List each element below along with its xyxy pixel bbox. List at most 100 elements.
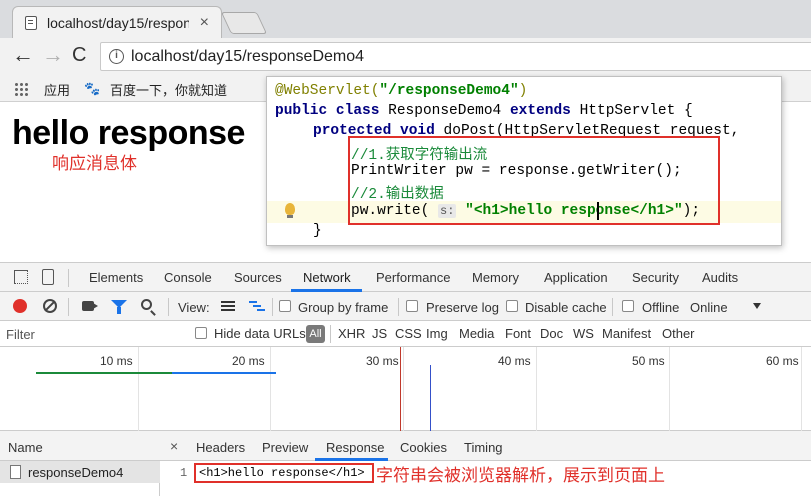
tab-timing[interactable]: Timing xyxy=(464,440,503,455)
separator xyxy=(68,298,69,316)
detail-tab-bar: × Headers Preview Response Cookies Timin… xyxy=(160,431,811,461)
tab-headers[interactable]: Headers xyxy=(196,440,245,455)
filter-ws[interactable]: WS xyxy=(573,326,594,341)
disable-cache-checkbox[interactable] xyxy=(506,300,518,312)
tick-line xyxy=(138,347,139,431)
tab-security[interactable]: Security xyxy=(632,270,679,285)
filter-bar: Hide data URLs All XHR JS CSS Img Media … xyxy=(0,321,811,347)
tab-audits[interactable]: Audits xyxy=(702,270,738,285)
separator xyxy=(612,298,613,316)
tick-line xyxy=(270,347,271,431)
annotation-note: 字符串会被浏览器解析，展示到页面上 xyxy=(376,466,665,485)
forward-button[interactable]: → xyxy=(42,44,64,66)
offline-label[interactable]: Offline xyxy=(642,300,679,315)
tick-line xyxy=(403,347,404,431)
requests-list: Name responseDemo4 xyxy=(0,431,160,496)
throttling-select[interactable]: Online xyxy=(690,300,728,315)
name-column-header[interactable]: Name xyxy=(0,431,160,461)
tab-performance[interactable]: Performance xyxy=(376,270,450,285)
clear-icon[interactable] xyxy=(43,299,57,313)
timeline-load-marker xyxy=(400,347,401,431)
request-row[interactable]: responseDemo4 xyxy=(0,461,160,483)
code-line-brace: } xyxy=(313,223,322,239)
code-line-class: public class ResponseDemo4 extends HttpS… xyxy=(275,103,693,119)
tab-preview[interactable]: Preview xyxy=(262,440,308,455)
tab-response[interactable]: Response xyxy=(326,440,385,455)
browser-tab[interactable]: localhost/day15/responseDemo4 × xyxy=(12,6,222,38)
code-snippet-overlay: @WebServlet("/responseDemo4") public cla… xyxy=(266,76,782,246)
request-name: responseDemo4 xyxy=(28,465,124,480)
chevron-down-icon[interactable] xyxy=(753,303,761,309)
overview-icon[interactable] xyxy=(249,300,265,312)
offline-checkbox[interactable] xyxy=(622,300,634,312)
tab-application[interactable]: Application xyxy=(544,270,608,285)
lightbulb-icon[interactable] xyxy=(285,203,295,218)
separator xyxy=(168,298,169,316)
annotation-note: 响应消息体 xyxy=(52,154,137,173)
filter-font[interactable]: Font xyxy=(505,326,531,341)
document-icon xyxy=(10,465,21,479)
devtools-panel: Elements Console Sources Network Perform… xyxy=(0,262,811,496)
preserve-log-label[interactable]: Preserve log xyxy=(426,300,499,315)
tab-memory[interactable]: Memory xyxy=(472,270,519,285)
network-timeline[interactable]: 10 ms 20 ms 30 ms 40 ms 50 ms 60 ms xyxy=(0,347,811,431)
tab-network[interactable]: Network xyxy=(303,270,351,285)
separator xyxy=(68,269,69,287)
navigation-bar: ← → C i localhost/day15/responseDemo4 xyxy=(0,38,811,74)
tick-label: 50 ms xyxy=(632,354,665,368)
view-label: View: xyxy=(178,300,210,315)
filter-other[interactable]: Other xyxy=(662,326,695,341)
bookmark-baidu[interactable]: 百度一下，你就知道 xyxy=(110,80,227,99)
record-icon[interactable] xyxy=(13,299,27,313)
tab-console[interactable]: Console xyxy=(164,270,212,285)
inspect-element-icon[interactable] xyxy=(14,270,28,284)
search-icon[interactable] xyxy=(141,299,152,310)
group-by-frame-checkbox[interactable] xyxy=(279,300,291,312)
hide-data-urls-label[interactable]: Hide data URLs xyxy=(214,326,306,341)
filter-manifest[interactable]: Manifest xyxy=(602,326,651,341)
text-cursor xyxy=(597,202,599,220)
tick-label: 20 ms xyxy=(232,354,265,368)
capture-screenshots-icon[interactable] xyxy=(82,301,98,311)
filter-xhr[interactable]: XHR xyxy=(338,326,365,341)
filter-media[interactable]: Media xyxy=(459,326,494,341)
reload-button[interactable]: C xyxy=(72,44,86,66)
timeline-waiting-bar xyxy=(36,372,172,374)
url-text[interactable]: localhost/day15/responseDemo4 xyxy=(131,48,364,66)
bookmark-apps[interactable]: 应用 xyxy=(44,80,70,99)
large-rows-icon[interactable] xyxy=(221,301,235,311)
tab-elements[interactable]: Elements xyxy=(89,270,143,285)
group-by-frame-label[interactable]: Group by frame xyxy=(298,300,388,315)
request-details-area: Name responseDemo4 × Headers Preview Res… xyxy=(0,431,811,496)
new-tab-button[interactable] xyxy=(220,12,268,34)
code-line-annotation: @WebServlet("/responseDemo4") xyxy=(275,83,528,99)
address-bar[interactable]: i localhost/day15/responseDemo4 xyxy=(100,42,811,71)
info-icon[interactable]: i xyxy=(109,49,124,64)
tick-line xyxy=(536,347,537,431)
filter-js[interactable]: JS xyxy=(372,326,387,341)
separator xyxy=(330,325,331,343)
tab-sources[interactable]: Sources xyxy=(234,270,282,285)
back-button[interactable]: ← xyxy=(12,44,34,66)
device-toolbar-icon[interactable] xyxy=(42,269,54,285)
apps-grid-icon[interactable] xyxy=(14,82,28,96)
filter-all-button[interactable]: All xyxy=(306,325,325,343)
timeline-download-bar xyxy=(172,372,276,374)
tab-strip: localhost/day15/responseDemo4 × xyxy=(0,0,811,38)
tick-line xyxy=(801,347,802,431)
close-tab-icon[interactable]: × xyxy=(200,14,209,32)
tick-label: 40 ms xyxy=(498,354,531,368)
tab-cookies[interactable]: Cookies xyxy=(400,440,447,455)
filter-icon[interactable] xyxy=(111,300,127,314)
preserve-log-checkbox[interactable] xyxy=(406,300,418,312)
response-source[interactable]: <h1>hello response</h1> xyxy=(199,466,365,480)
filter-doc[interactable]: Doc xyxy=(540,326,563,341)
line-number: 1 xyxy=(180,466,188,480)
hide-data-urls-checkbox[interactable] xyxy=(195,327,207,339)
page-icon xyxy=(25,16,37,30)
close-icon[interactable]: × xyxy=(170,438,178,454)
disable-cache-label[interactable]: Disable cache xyxy=(525,300,607,315)
filter-img[interactable]: Img xyxy=(426,326,448,341)
filter-input[interactable] xyxy=(6,324,180,344)
filter-css[interactable]: CSS xyxy=(395,326,422,341)
